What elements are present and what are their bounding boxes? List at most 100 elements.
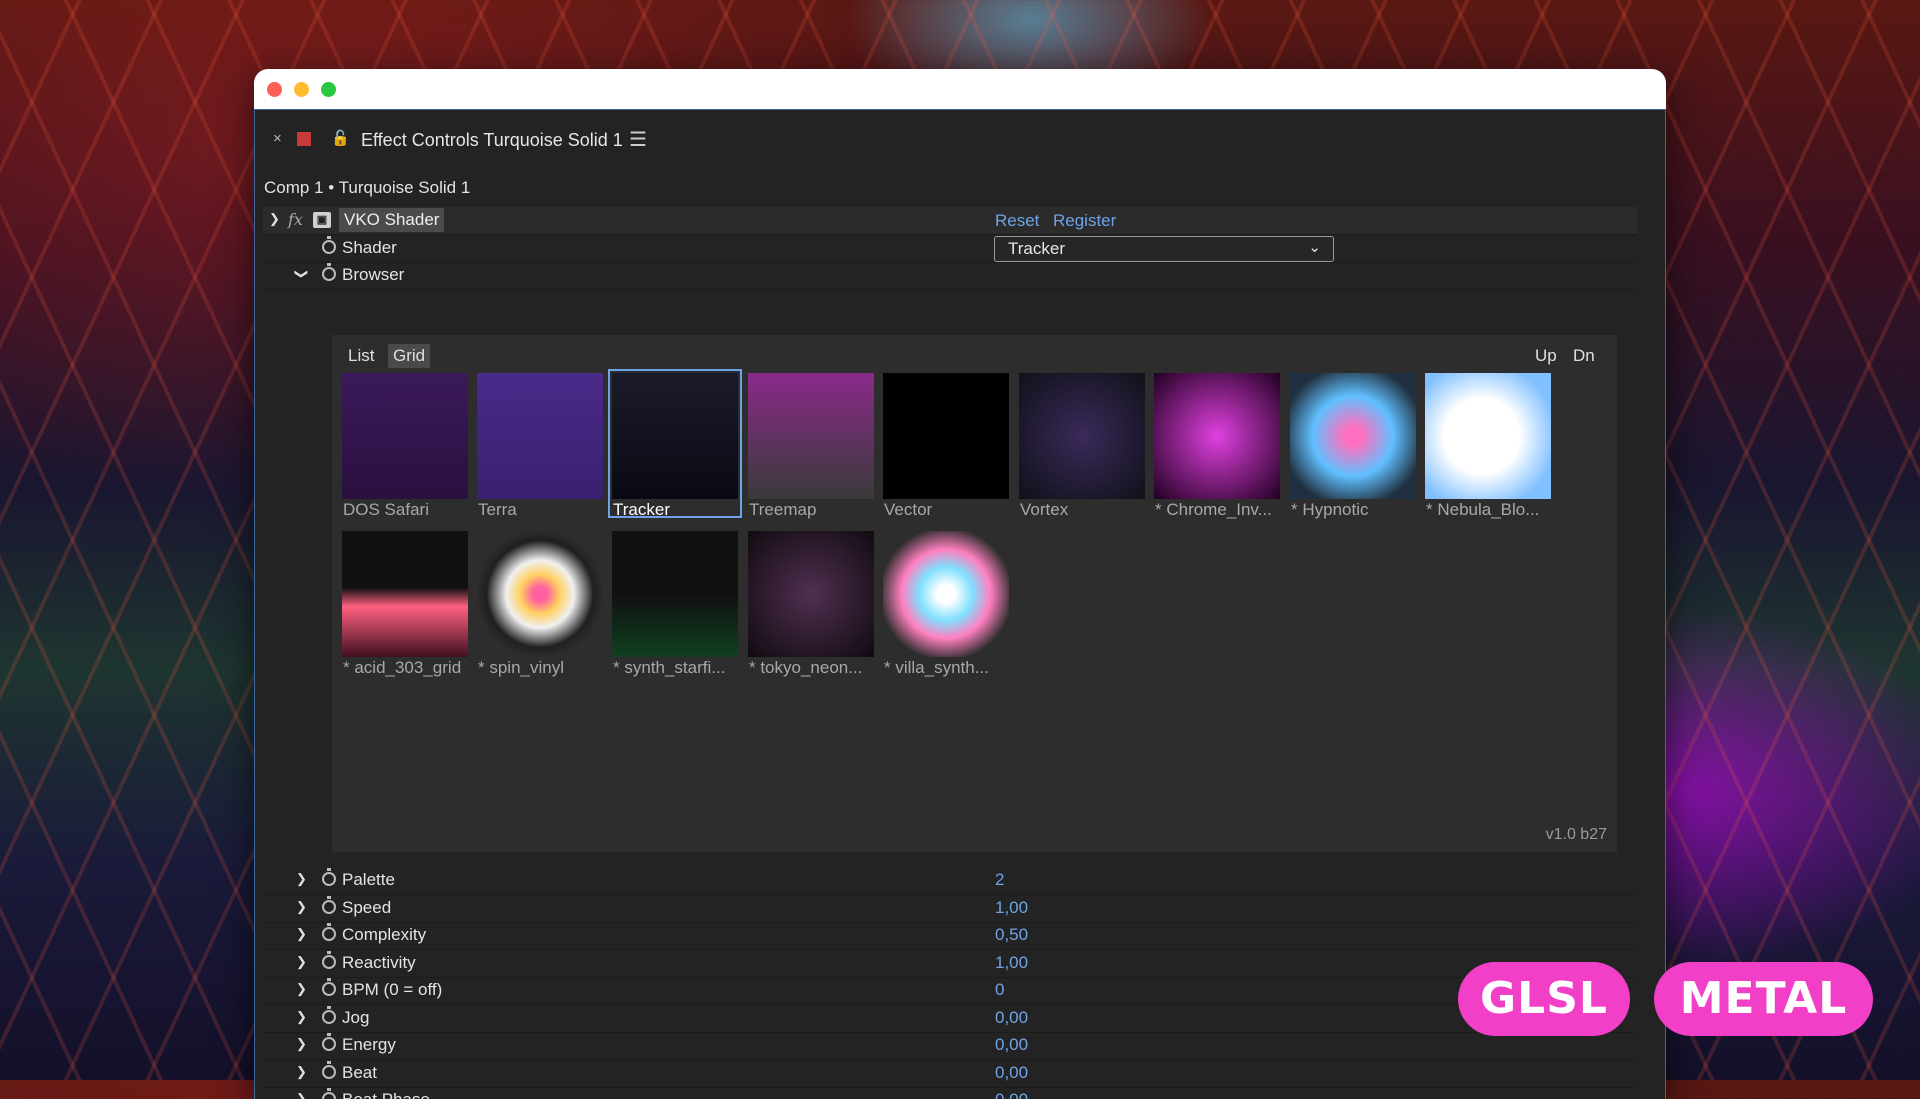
shader-thumbnail[interactable] bbox=[1425, 373, 1551, 499]
chevron-right-icon[interactable]: ❯ bbox=[296, 954, 307, 970]
parameter-label: Beat Phase bbox=[342, 1090, 430, 1099]
comp-breadcrumb: Comp 1 • Turquoise Solid 1 bbox=[264, 178, 471, 197]
chevron-right-icon[interactable]: ❯ bbox=[296, 1064, 307, 1080]
chevron-down-icon: ⌄ bbox=[1308, 239, 1321, 256]
panel-title: Effect Controls Turquoise Solid 1 bbox=[361, 130, 623, 150]
shader-thumbnail-label: * acid_303_grid bbox=[343, 658, 462, 677]
shader-thumbnail-label: DOS Safari bbox=[343, 500, 429, 519]
page-up-button[interactable]: Up bbox=[1530, 344, 1562, 368]
stopwatch-icon[interactable] bbox=[322, 236, 336, 254]
close-panel-icon[interactable]: × bbox=[273, 130, 282, 147]
parameter-value[interactable]: 0,50 bbox=[995, 925, 1028, 945]
shader-thumbnail-label: * Nebula_Blo... bbox=[1426, 500, 1540, 519]
effect-controls-panel: × 🔓 Effect Controls Turquoise Solid 1 ☰ … bbox=[254, 109, 1666, 1099]
shader-thumbnail[interactable] bbox=[748, 531, 874, 657]
chevron-down-icon[interactable]: ❯ bbox=[293, 269, 309, 280]
chevron-right-icon[interactable]: ❯ bbox=[296, 1091, 307, 1099]
glsl-badge: GLSL bbox=[1458, 962, 1630, 1036]
parameter-label: Reactivity bbox=[342, 952, 416, 972]
shader-thumbnail[interactable] bbox=[608, 369, 742, 518]
list-view-button[interactable]: List bbox=[343, 344, 379, 368]
shader-dropdown[interactable]: Tracker ⌄ bbox=[994, 236, 1334, 262]
parameter-label: BPM (0 = off) bbox=[342, 980, 443, 999]
stopwatch-icon[interactable] bbox=[322, 950, 336, 969]
panel-header: × 🔓 Effect Controls Turquoise Solid 1 ☰ bbox=[255, 110, 1665, 170]
parameter-value[interactable]: 0 bbox=[995, 980, 1004, 1000]
page-down-button[interactable]: Dn bbox=[1568, 344, 1600, 368]
parameter-value[interactable]: 1,00 bbox=[995, 898, 1028, 918]
parameter-value[interactable]: 0,00 bbox=[995, 1008, 1028, 1028]
shader-thumbnail[interactable] bbox=[883, 531, 1009, 657]
shader-dropdown-value: Tracker bbox=[1008, 239, 1065, 258]
shader-thumbnail-label: * synth_starfi... bbox=[613, 658, 726, 677]
stopwatch-icon[interactable] bbox=[322, 895, 336, 914]
parameter-row: ❯ Beat Phase 0,00 bbox=[263, 1087, 1637, 1099]
shader-thumbnail-label: Vector bbox=[884, 500, 933, 519]
parameter-row: ❯ Beat 0,00 bbox=[263, 1060, 1637, 1088]
shader-thumbnail[interactable] bbox=[612, 531, 738, 657]
metal-badge: METAL bbox=[1654, 962, 1873, 1036]
parameter-label: Complexity bbox=[342, 925, 427, 944]
stopwatch-icon[interactable] bbox=[322, 1088, 336, 1099]
shader-thumbnail[interactable] bbox=[883, 373, 1009, 499]
shader-thumbnail[interactable] bbox=[342, 373, 468, 499]
app-window: × 🔓 Effect Controls Turquoise Solid 1 ☰ … bbox=[254, 69, 1666, 1099]
register-button[interactable]: Register bbox=[1053, 211, 1116, 231]
shader-thumbnail-label: Treemap bbox=[749, 500, 817, 519]
shader-thumbnail-label: * villa_synth... bbox=[884, 658, 989, 677]
parameter-value[interactable]: 1,00 bbox=[995, 953, 1028, 973]
parameter-label: Jog bbox=[342, 1007, 370, 1027]
zoom-window-button[interactable] bbox=[321, 82, 336, 97]
stopwatch-icon[interactable] bbox=[322, 923, 336, 941]
lock-icon[interactable]: 🔓 bbox=[331, 129, 350, 147]
parameter-value[interactable]: 0,00 bbox=[995, 1035, 1028, 1055]
shader-thumbnail[interactable] bbox=[477, 373, 603, 499]
panel-menu-icon[interactable]: ☰ bbox=[629, 127, 647, 152]
stopwatch-icon[interactable] bbox=[322, 978, 336, 996]
minimize-window-button[interactable] bbox=[294, 82, 309, 97]
stopwatch-icon[interactable] bbox=[322, 1033, 336, 1051]
shader-thumbnail[interactable] bbox=[1290, 373, 1416, 499]
shader-thumbnail-label: Terra bbox=[478, 500, 517, 519]
browser-row: ❯ Browser bbox=[263, 262, 1637, 290]
shader-label: Shader bbox=[342, 238, 397, 257]
chevron-right-icon[interactable]: ❯ bbox=[296, 899, 307, 915]
shader-browser: List Grid Up Dn DOS Safari Terra Tracker Tr… bbox=[332, 335, 1617, 852]
reset-button[interactable]: Reset bbox=[995, 211, 1039, 231]
chevron-right-icon[interactable]: ❯ bbox=[296, 981, 307, 997]
parameter-row: ❯ Palette 2 bbox=[263, 867, 1637, 895]
parameter-label: Speed bbox=[342, 897, 392, 917]
close-window-button[interactable] bbox=[267, 82, 282, 97]
parameter-row: ❯ BPM (0 = off) 0 bbox=[263, 977, 1637, 1005]
parameter-label: Palette bbox=[342, 870, 395, 889]
chevron-right-icon[interactable]: ❯ bbox=[296, 926, 307, 942]
shader-thumbnail[interactable] bbox=[477, 531, 603, 657]
stopwatch-icon[interactable] bbox=[322, 1060, 336, 1079]
chevron-down-icon[interactable]: ❯ bbox=[269, 211, 280, 227]
stopwatch-icon[interactable] bbox=[322, 1005, 336, 1024]
chevron-right-icon[interactable]: ❯ bbox=[296, 1036, 307, 1052]
parameter-label: Energy bbox=[342, 1035, 396, 1054]
shader-thumbnail-label: * tokyo_neon... bbox=[749, 658, 863, 677]
chevron-right-icon[interactable]: ❯ bbox=[296, 871, 307, 887]
stopwatch-icon[interactable] bbox=[322, 868, 336, 886]
parameter-row: ❯ Jog 0,00 bbox=[263, 1005, 1637, 1033]
parameter-value[interactable]: 2 bbox=[995, 870, 1004, 890]
shader-thumbnail[interactable] bbox=[1019, 373, 1145, 499]
shader-thumbnail-label: Tracker bbox=[613, 500, 670, 519]
shader-thumbnail[interactable] bbox=[748, 373, 874, 499]
parameter-row: ❯ Complexity 0,50 bbox=[263, 922, 1637, 950]
parameter-row: ❯ Reactivity 1,00 bbox=[263, 950, 1637, 978]
shader-thumbnail[interactable] bbox=[1154, 373, 1280, 499]
parameter-row: ❯ Energy 0,00 bbox=[263, 1032, 1637, 1060]
shader-thumbnail[interactable] bbox=[342, 531, 468, 657]
chevron-right-icon[interactable]: ❯ bbox=[296, 1009, 307, 1025]
stopwatch-icon[interactable] bbox=[322, 263, 336, 281]
parameter-value[interactable]: 0,00 bbox=[995, 1090, 1028, 1099]
shader-thumbnail-label: * Chrome_Inv... bbox=[1155, 500, 1272, 519]
shader-thumbnail-label: * spin_vinyl bbox=[478, 658, 564, 677]
effect-name[interactable]: VKO Shader bbox=[339, 208, 445, 232]
grid-view-button[interactable]: Grid bbox=[388, 344, 431, 368]
fx-toggle-icon[interactable]: fx bbox=[288, 210, 303, 229]
browser-label: Browser bbox=[342, 265, 405, 284]
